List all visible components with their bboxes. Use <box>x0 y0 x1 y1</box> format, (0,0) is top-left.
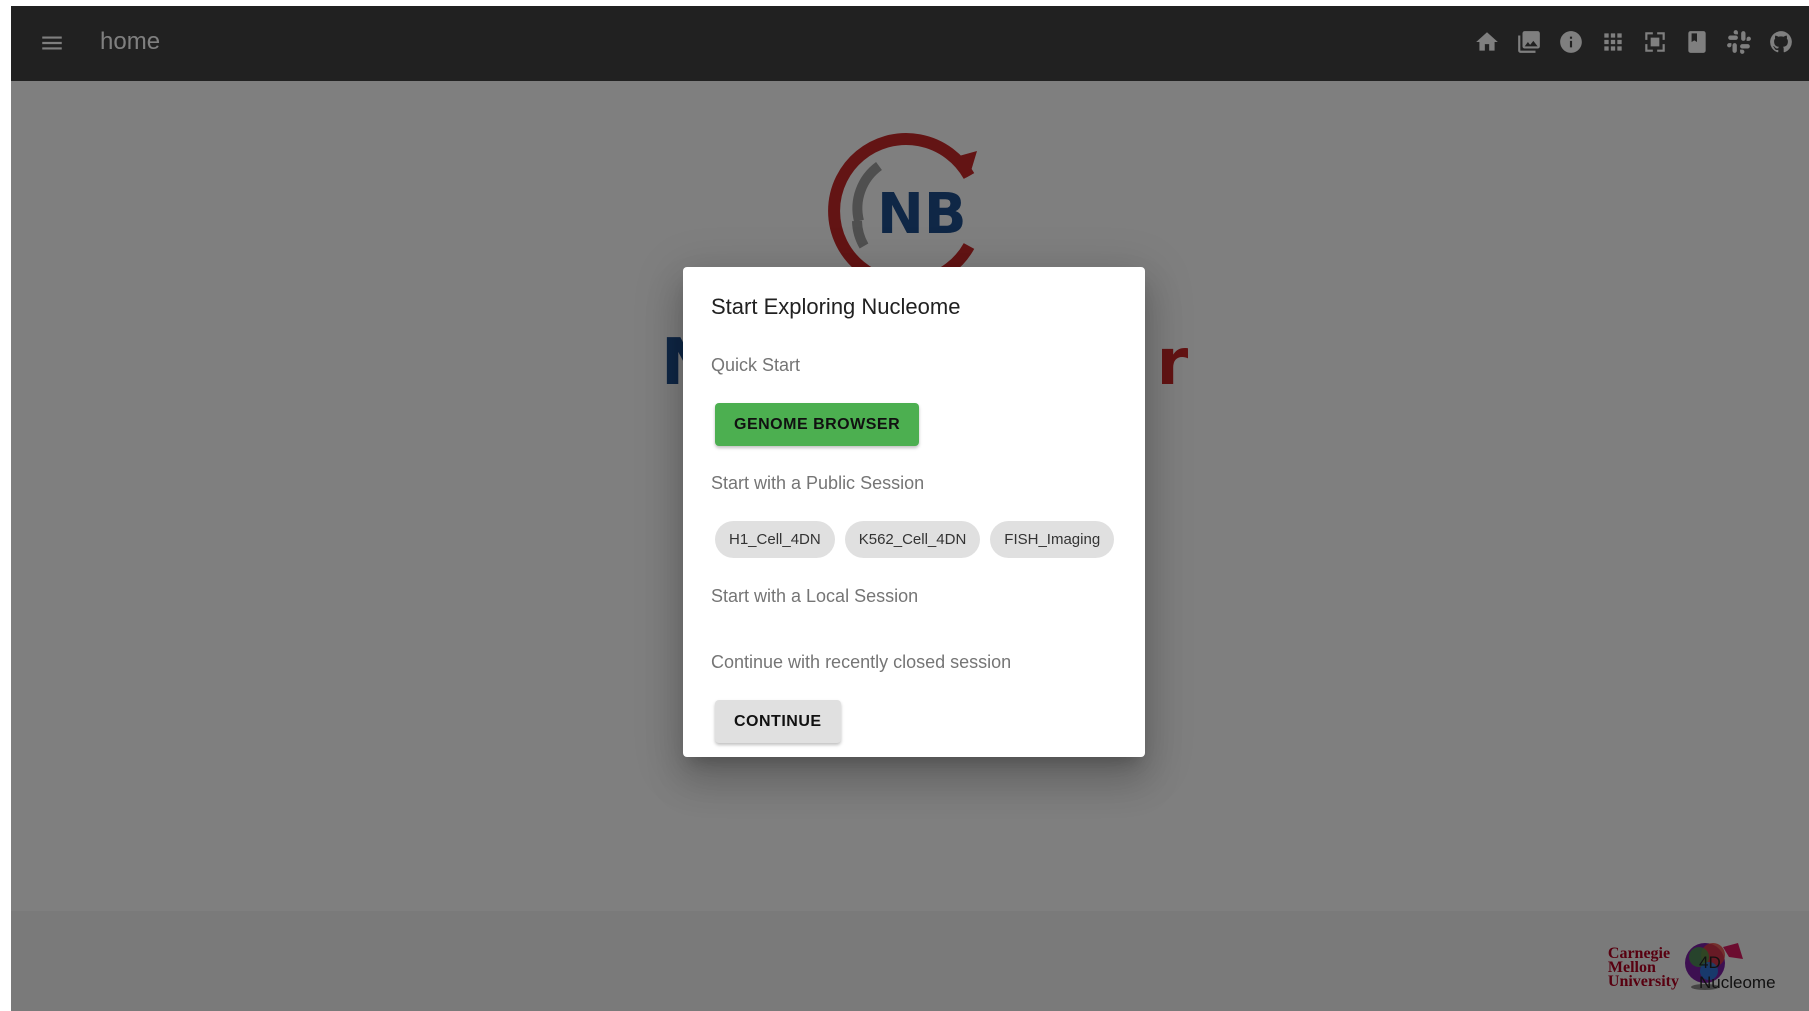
public-session-label: Start with a Public Session <box>711 473 925 493</box>
quick-start-label: Quick Start <box>711 355 801 375</box>
dialog-title: Start Exploring Nucleome <box>711 294 961 319</box>
recent-session-label: Continue with recently closed session <box>711 652 1012 672</box>
start-dialog: Start Exploring Nucleome Quick Start GEN… <box>683 267 1145 757</box>
session-chip-h1[interactable]: H1_Cell_4DN <box>715 521 835 558</box>
continue-button[interactable]: CONTINUE <box>715 700 841 743</box>
local-session-label[interactable]: Start with a Local Session <box>711 586 918 607</box>
session-chip-fish[interactable]: FISH_Imaging <box>990 521 1115 558</box>
public-session-chips: H1_Cell_4DN K562_Cell_4DN FISH_Imaging <box>715 521 1115 558</box>
app-window: home <box>11 6 1809 1011</box>
genome-browser-button[interactable]: GENOME BROWSER <box>715 403 920 446</box>
session-chip-k562[interactable]: K562_Cell_4DN <box>844 521 981 558</box>
